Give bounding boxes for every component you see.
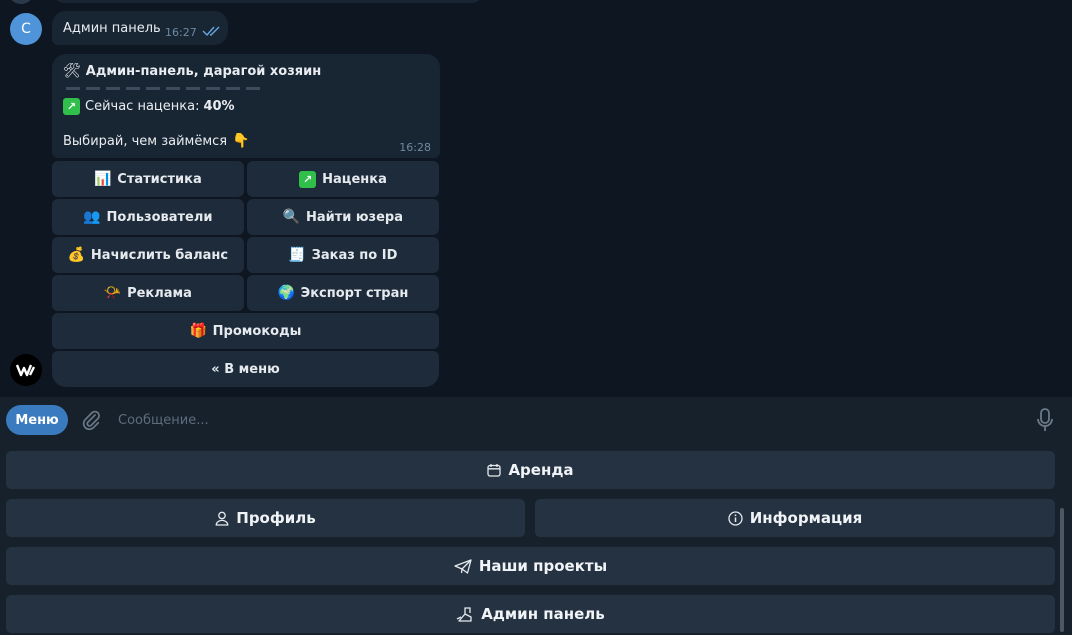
keyboard-button-profile[interactable]: Профиль [6, 499, 525, 537]
message-input[interactable] [118, 409, 998, 431]
inline-button-users[interactable]: 👥 Пользователи [52, 199, 244, 235]
markup-prefix: Сейчас наценка: [85, 99, 200, 114]
magnifier-icon: 🔍 [282, 209, 301, 225]
user-avatar[interactable]: С [10, 13, 42, 45]
keyboard-button-admin[interactable]: Админ панель [6, 595, 1055, 633]
inline-button-label: Найти юзера [305, 209, 404, 225]
horn-icon: 📯 [103, 285, 122, 301]
dashed-divider [66, 87, 266, 90]
previous-message-bubble [54, 0, 482, 3]
outgoing-message-time: 16:27 [165, 26, 197, 39]
message-composer: Меню [0, 397, 1072, 443]
paperclip-icon[interactable] [80, 409, 102, 431]
inline-button-label: Начислить баланс [90, 247, 229, 263]
inline-button-order-by-id[interactable]: 🧾 Заказ по ID [247, 237, 439, 273]
keyboard-button-rent[interactable]: Аренда [6, 451, 1055, 489]
keyboard-scrollbar[interactable] [1060, 508, 1064, 632]
keyboard-button-info[interactable]: Информация [535, 499, 1055, 537]
inline-button-export-countries[interactable]: 🌍 Экспорт стран [247, 275, 439, 311]
inline-button-label: « В меню [211, 361, 280, 377]
receipt-icon: 🧾 [288, 247, 306, 263]
bot-message[interactable]: 🛠 Админ-панель, дарагой хозяин ↗ Сейчас … [52, 54, 440, 158]
bot-message-title: Админ-панель, дарагой хозяин [85, 63, 322, 79]
telegram-plane-icon [454, 558, 472, 574]
inline-button-add-balance[interactable]: 💰 Начислить баланс [52, 237, 244, 273]
globe-icon: 🌍 [277, 285, 295, 301]
bot-message-prompt: Выбирай, чем займёмся [63, 133, 228, 149]
inline-button-label: Пользователи [106, 209, 213, 225]
inline-button-label: Реклама [127, 285, 192, 301]
inline-button-label: Заказ по ID [311, 247, 398, 263]
keyboard-button-label: Админ панель [481, 605, 605, 623]
info-icon [728, 510, 743, 526]
chat-area[interactable]: С Админ панель 16:27 🛠 Админ-панель, дар… [0, 0, 1072, 397]
chart-increase-icon: ↗ [63, 98, 80, 115]
calendar-icon [487, 464, 502, 477]
bot-logo-icon [15, 364, 36, 377]
keyboard-button-label: Наши проекты [478, 557, 608, 575]
markup-value: 40% [203, 99, 235, 114]
user-avatar-letter: С [21, 21, 31, 37]
pointing-down-icon: 👇 [232, 133, 250, 149]
double-check-icon [202, 26, 220, 37]
avatar-partial [8, 0, 34, 4]
inline-button-back-to-menu[interactable]: « В меню [52, 351, 439, 387]
keyboard-button-label: Аренда [508, 461, 574, 479]
keyboard-button-label: Информация [749, 509, 863, 527]
bar-chart-icon: 📊 [94, 171, 112, 187]
chart-increase-icon: ↗ [299, 170, 317, 188]
bot-message-title-line: 🛠 Админ-панель, дарагой хозяин [63, 63, 321, 79]
tools-icon: 🛠 [63, 63, 81, 79]
inline-button-label: Промокоды [212, 323, 302, 339]
inline-button-ads[interactable]: 📯 Реклама [52, 275, 244, 311]
users-icon: 👥 [83, 209, 101, 225]
inline-button-label: Экспорт стран [300, 285, 409, 301]
inline-button-promo[interactable]: 🎁 Промокоды [52, 313, 439, 349]
money-bag-icon: 💰 [67, 247, 86, 263]
keyboard-button-label: Профиль [236, 509, 316, 527]
inline-button-markup[interactable]: ↗ Наценка [247, 161, 439, 197]
bot-avatar[interactable] [10, 354, 42, 386]
keyboard-button-projects[interactable]: Наши проекты [6, 547, 1055, 585]
bot-message-markup-line: ↗ Сейчас наценка: 40% [63, 98, 235, 115]
menu-button[interactable]: Меню [6, 405, 68, 435]
outgoing-message[interactable]: Админ панель 16:27 [52, 11, 228, 45]
person-icon [215, 511, 229, 526]
menu-button-label: Меню [15, 412, 59, 428]
admin-icon [456, 606, 472, 622]
reply-keyboard: Аренда Профиль Информация Наши проекты А… [0, 443, 1072, 635]
bot-message-time: 16:28 [399, 141, 431, 154]
inline-button-label: Статистика [117, 171, 202, 187]
gift-icon: 🎁 [189, 323, 207, 339]
inline-button-label: Наценка [322, 171, 387, 187]
inline-button-stats[interactable]: 📊 Статистика [52, 161, 244, 197]
outgoing-message-text: Админ панель [63, 21, 161, 36]
inline-button-find-user[interactable]: 🔍 Найти юзера [247, 199, 439, 235]
microphone-icon[interactable] [1035, 407, 1055, 433]
bot-message-prompt-line: Выбирай, чем займёмся 👇 [63, 133, 250, 149]
